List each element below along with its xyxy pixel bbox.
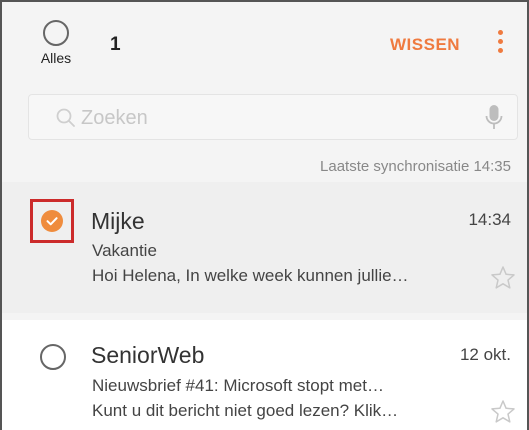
message-row[interactable]: Mijke 14:34 Vakantie Hoi Helena, In welk… (2, 182, 527, 313)
select-all-label: Alles (40, 50, 72, 66)
message-time: 12 okt. (459, 345, 511, 364)
unchecked-circle-icon[interactable] (40, 344, 66, 370)
message-checkbox-highlight[interactable] (30, 199, 74, 243)
checked-circle-icon (41, 210, 63, 232)
selection-header: Alles 1 WISSEN (2, 2, 527, 82)
more-vertical-icon[interactable] (495, 30, 505, 58)
select-all-control[interactable]: Alles (26, 20, 86, 66)
search-input[interactable] (81, 103, 461, 133)
message-subject: Nieuwsbrief #41: Microsoft stopt met… (92, 376, 384, 395)
message-preview: Kunt u dit bericht niet goed lezen? Klik… (92, 401, 399, 420)
message-sender: SeniorWeb (91, 342, 205, 368)
message-time: 14:34 (468, 210, 511, 229)
selected-count: 1 (110, 34, 121, 55)
search-icon (56, 108, 75, 127)
message-row[interactable]: SeniorWeb 12 okt. Nieuwsbrief #41: Micro… (2, 320, 527, 430)
message-subject: Vakantie (92, 241, 157, 260)
message-preview: Hoi Helena, In welke week kunnen jullie… (92, 266, 409, 285)
search-bar[interactable] (28, 94, 518, 140)
star-icon[interactable] (489, 398, 517, 426)
sync-status: Laatste synchronisatie 14:35 (320, 158, 511, 175)
star-icon[interactable] (489, 264, 517, 292)
message-sender: Mijke (91, 208, 145, 234)
microphone-icon[interactable] (484, 104, 504, 132)
clear-button[interactable]: WISSEN (390, 35, 460, 55)
checkmark-icon (46, 217, 58, 226)
select-all-circle-icon[interactable] (43, 20, 69, 46)
email-app-screen: Alles 1 WISSEN Laatste synchronisatie 14… (0, 0, 529, 430)
row-divider (2, 313, 527, 320)
